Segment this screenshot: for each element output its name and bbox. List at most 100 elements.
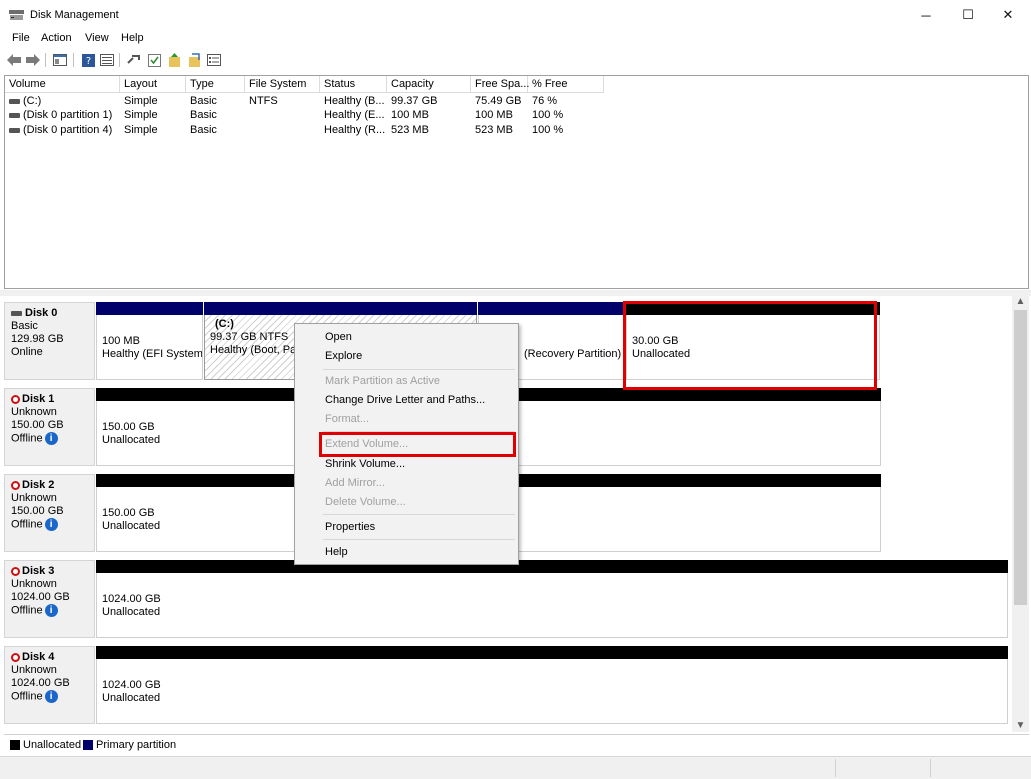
- disk-name: Disk 2: [22, 479, 55, 491]
- disk-management-icon: [9, 10, 24, 20]
- help-icon[interactable]: ?: [80, 52, 96, 68]
- info-icon[interactable]: i: [44, 690, 58, 703]
- maximize-button[interactable]: ☐: [947, 0, 989, 30]
- drive-icon: [9, 112, 20, 118]
- menu-bar: File Action View Help: [0, 30, 1031, 48]
- offline-icon: [11, 394, 20, 404]
- back-icon[interactable]: [6, 52, 22, 68]
- disk-label[interactable]: Disk 0 Basic 129.98 GB Online: [4, 302, 95, 380]
- partition-status: Healthy (EFI System P: [102, 348, 203, 360]
- disk-size: 150.00 GB: [11, 419, 64, 431]
- info-icon[interactable]: i: [44, 432, 58, 445]
- disk-label[interactable]: Disk 4 Unknown 1024.00 GB Offline i: [4, 646, 95, 724]
- offline-icon: [11, 480, 20, 490]
- disk-size: 129.98 GB: [11, 333, 64, 345]
- disk-label[interactable]: Disk 3 Unknown 1024.00 GB Offline i: [4, 560, 95, 638]
- cell-type: Basic: [190, 95, 217, 107]
- minimize-button[interactable]: ─: [905, 0, 947, 30]
- partition-unallocated[interactable]: 1024.00 GB Unallocated: [96, 646, 1008, 724]
- cell-status: Healthy (E...: [324, 109, 385, 121]
- menu-action[interactable]: Action: [41, 32, 72, 44]
- rescan-icon[interactable]: [166, 52, 182, 68]
- cell-free-space: 75.49 GB: [475, 95, 522, 107]
- menu-format[interactable]: Format...: [325, 413, 369, 425]
- menu-help-item[interactable]: Help: [325, 546, 348, 558]
- wizard-icon[interactable]: [186, 52, 202, 68]
- disk-row-3: Disk 3 Unknown 1024.00 GB Offline i 1024.…: [4, 560, 1012, 638]
- disk-name: Disk 4: [22, 651, 55, 663]
- partition-unallocated[interactable]: 1024.00 GB Unallocated: [96, 560, 1008, 638]
- column-header-file-system[interactable]: File System: [245, 76, 320, 93]
- cell-capacity: 523 MB: [391, 124, 429, 136]
- disk-name: Disk 3: [22, 565, 55, 577]
- console-icon[interactable]: [52, 52, 68, 68]
- menu-properties[interactable]: Properties: [325, 521, 375, 533]
- disk-row-4: Disk 4 Unknown 1024.00 GB Offline i 1024.…: [4, 646, 1012, 724]
- scroll-up-icon[interactable]: ▲: [1012, 296, 1029, 310]
- menu-mark-active[interactable]: Mark Partition as Active: [325, 375, 440, 387]
- menu-help[interactable]: Help: [121, 32, 144, 44]
- disk-size: 1024.00 GB: [11, 677, 70, 689]
- menu-add-mirror[interactable]: Add Mirror...: [325, 477, 385, 489]
- cell-file-system: NTFS: [249, 95, 278, 107]
- offline-icon: [11, 652, 20, 662]
- disk-state: Offline: [11, 518, 43, 531]
- list-icon[interactable]: [206, 52, 222, 68]
- cell-type: Basic: [190, 124, 217, 136]
- menu-file[interactable]: File: [12, 32, 30, 44]
- column-header-percent-free[interactable]: % Free: [528, 76, 604, 93]
- unallocated-swatch: [10, 740, 20, 751]
- cell-percent-free: 100 %: [532, 124, 564, 136]
- column-header-type[interactable]: Type: [186, 76, 245, 93]
- volume-list[interactable]: Volume Layout Type File System Status Ca…: [4, 75, 1029, 289]
- disk-name: Disk 0: [25, 307, 58, 319]
- cell-status: Healthy (R...: [324, 124, 386, 136]
- partition-status: Unallocated: [102, 606, 161, 618]
- menu-view[interactable]: View: [85, 32, 109, 44]
- close-button[interactable]: ✕: [987, 0, 1029, 30]
- scrollbar-thumb[interactable]: [1014, 310, 1027, 605]
- column-header-capacity[interactable]: Capacity: [387, 76, 471, 93]
- menu-change-drive-letter[interactable]: Change Drive Letter and Paths...: [325, 394, 485, 406]
- disk-state: Offline: [11, 690, 43, 703]
- partition-efi[interactable]: 100 MB Healthy (EFI System P: [96, 302, 203, 380]
- partition-status: Unallocated: [102, 692, 161, 704]
- disk-size: 150.00 GB: [11, 505, 64, 517]
- column-header-volume[interactable]: Volume: [5, 76, 120, 93]
- disk-label[interactable]: Disk 1 Unknown 150.00 GB Offline i: [4, 388, 95, 466]
- connect-icon[interactable]: [126, 52, 142, 68]
- legend-label: Unallocated: [23, 739, 82, 751]
- disk-type: Unknown: [11, 406, 57, 418]
- highlight-unallocated: [623, 301, 877, 390]
- menu-delete-volume[interactable]: Delete Volume...: [325, 496, 406, 508]
- column-header-free-space[interactable]: Free Spa...: [471, 76, 529, 93]
- disk-state: Offline: [11, 604, 43, 617]
- cell-free-space: 100 MB: [475, 109, 513, 121]
- disk-state: Offline: [11, 432, 43, 445]
- cell-capacity: 99.37 GB: [391, 95, 438, 107]
- disk-type: Basic: [11, 320, 38, 332]
- highlight-extend-volume: [319, 432, 516, 457]
- window-title: Disk Management: [30, 9, 119, 21]
- partition-size: 1024.00 GB: [102, 679, 161, 691]
- info-icon[interactable]: i: [44, 518, 58, 531]
- info-icon[interactable]: i: [44, 604, 58, 617]
- disk-type: Unknown: [11, 492, 57, 504]
- cell-free-space: 523 MB: [475, 124, 513, 136]
- menu-explore[interactable]: Explore: [325, 350, 362, 362]
- check-icon[interactable]: [146, 52, 162, 68]
- disk-name: Disk 1: [22, 393, 55, 405]
- cell-volume: (Disk 0 partition 1): [23, 109, 113, 121]
- partition-size: 1024.00 GB: [102, 593, 161, 605]
- column-header-status[interactable]: Status: [320, 76, 387, 93]
- drive-icon: [9, 127, 20, 133]
- properties-icon[interactable]: [99, 52, 115, 68]
- disk-label[interactable]: Disk 2 Unknown 150.00 GB Offline i: [4, 474, 95, 552]
- menu-shrink-volume[interactable]: Shrink Volume...: [325, 458, 405, 470]
- cell-layout: Simple: [124, 109, 158, 121]
- column-header-layout[interactable]: Layout: [120, 76, 186, 93]
- scroll-down-icon[interactable]: ▼: [1012, 720, 1029, 734]
- menu-open[interactable]: Open: [325, 331, 352, 343]
- forward-icon[interactable]: [25, 52, 41, 68]
- disk-size: 1024.00 GB: [11, 591, 70, 603]
